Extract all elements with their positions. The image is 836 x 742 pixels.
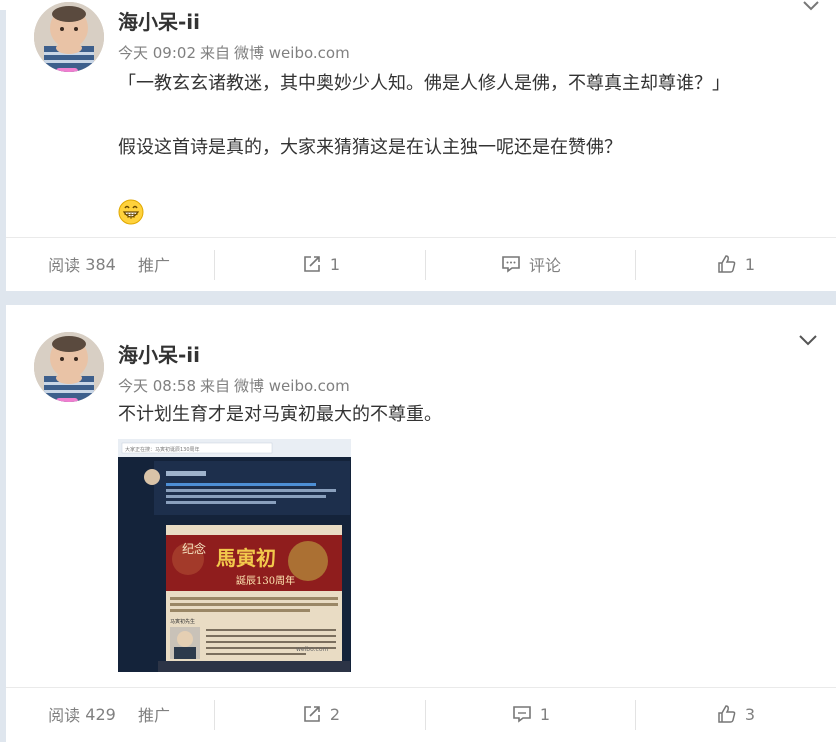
repost-count: 2 — [329, 704, 341, 724]
repost-icon — [304, 256, 320, 272]
post-meta: 今天 09:02 来自 微博 weibo.com — [118, 42, 350, 63]
post-meta: 今天 08:58 来自 微博 weibo.com — [118, 375, 350, 396]
avatar[interactable] — [34, 2, 104, 72]
post-image[interactable]: 大家正在搜：马寅初诞辰130周年 纪念 馬寅初 誕辰130周年 马寅初先生 we… — [118, 439, 351, 672]
post-text-line: 不计划生育才是对马寅初最大的不尊重。 — [118, 404, 442, 425]
repost-button[interactable]: 1 — [216, 238, 426, 290]
read-count: 阅读 384 — [42, 238, 122, 290]
weibo-post-card: 海小呆-ii 今天 08:58 来自 微博 weibo.com 不计划生育才是对马寅… — [6, 305, 836, 742]
poster-commemorate-text: 纪念 — [182, 541, 206, 556]
like-button[interactable]: 1 — [636, 238, 836, 290]
comment-button[interactable]: 评论 — [426, 238, 636, 290]
poster-name-text: 馬寅初 — [216, 546, 276, 570]
poster-anniversary-text: 誕辰130周年 — [236, 574, 295, 587]
post-actions-bar: 阅读 384 推广 1 评论 1 — [6, 238, 836, 290]
post-text-line: 「一教玄玄诸教迷，其中奥妙少人知。佛是人修人是佛，不尊真主却尊谁？」 — [118, 73, 730, 94]
baby-avatar-image — [34, 2, 104, 72]
avatar[interactable] — [34, 332, 104, 402]
avatar-badge — [56, 398, 78, 402]
thumbs-up-icon — [718, 255, 736, 273]
image-caption-text: 马寅初先生 — [170, 618, 195, 625]
image-search-text: 大家正在搜：马寅初诞辰130周年 — [125, 446, 200, 453]
action-separator — [214, 250, 215, 280]
post-time[interactable]: 今天 08:58 — [118, 377, 196, 395]
read-label: 阅读 — [48, 256, 81, 275]
avatar-badge — [56, 68, 78, 72]
comment-label: 评论 — [528, 256, 561, 275]
thumbs-up-icon — [718, 705, 736, 723]
post-username[interactable]: 海小呆-ii — [118, 339, 200, 368]
screenshot-image: 大家正在搜：马寅初诞辰130周年 纪念 馬寅初 誕辰130周年 马寅初先生 we… — [118, 439, 351, 672]
chevron-down-icon[interactable] — [800, 0, 822, 16]
promote-button[interactable]: 推广 — [132, 688, 176, 740]
action-separator — [214, 700, 215, 730]
like-button[interactable]: 3 — [636, 688, 836, 740]
source-prefix: 来自 — [200, 44, 231, 62]
promote-button[interactable]: 推广 — [132, 238, 176, 290]
comment-icon — [502, 256, 520, 273]
like-count: 3 — [744, 704, 756, 724]
baby-avatar-image — [34, 332, 104, 402]
repost-button[interactable]: 2 — [216, 688, 426, 740]
source-prefix: 来自 — [200, 377, 231, 395]
comment-button[interactable]: 1 — [426, 688, 636, 740]
read-count-value: 429 — [85, 704, 116, 724]
post-source[interactable]: 微博 weibo.com — [234, 44, 350, 62]
post-source[interactable]: 微博 weibo.com — [234, 377, 350, 395]
post-time[interactable]: 今天 09:02 — [118, 44, 196, 62]
post-actions-bar: 阅读 429 推广 2 1 3 — [6, 688, 836, 740]
post-text-line: 假设这首诗是真的，大家来猜猜这是在认主独一呢还是在赞佛？ — [118, 137, 622, 158]
post-username[interactable]: 海小呆-ii — [118, 6, 200, 35]
image-watermark: weibo.com — [296, 646, 329, 653]
comment-count: 1 — [539, 704, 551, 724]
like-count: 1 — [744, 254, 756, 274]
weibo-post-card: 海小呆-ii 今天 09:02 来自 微博 weibo.com 「一教玄玄诸教迷，其… — [6, 0, 836, 291]
read-count-value: 384 — [85, 254, 116, 274]
read-label: 阅读 — [48, 706, 81, 725]
repost-icon — [304, 706, 320, 722]
read-count: 阅读 429 — [42, 688, 122, 740]
chevron-down-icon[interactable] — [797, 329, 819, 351]
repost-count: 1 — [329, 254, 341, 274]
grin-emoji-icon — [118, 199, 144, 225]
comment-icon — [513, 706, 531, 723]
